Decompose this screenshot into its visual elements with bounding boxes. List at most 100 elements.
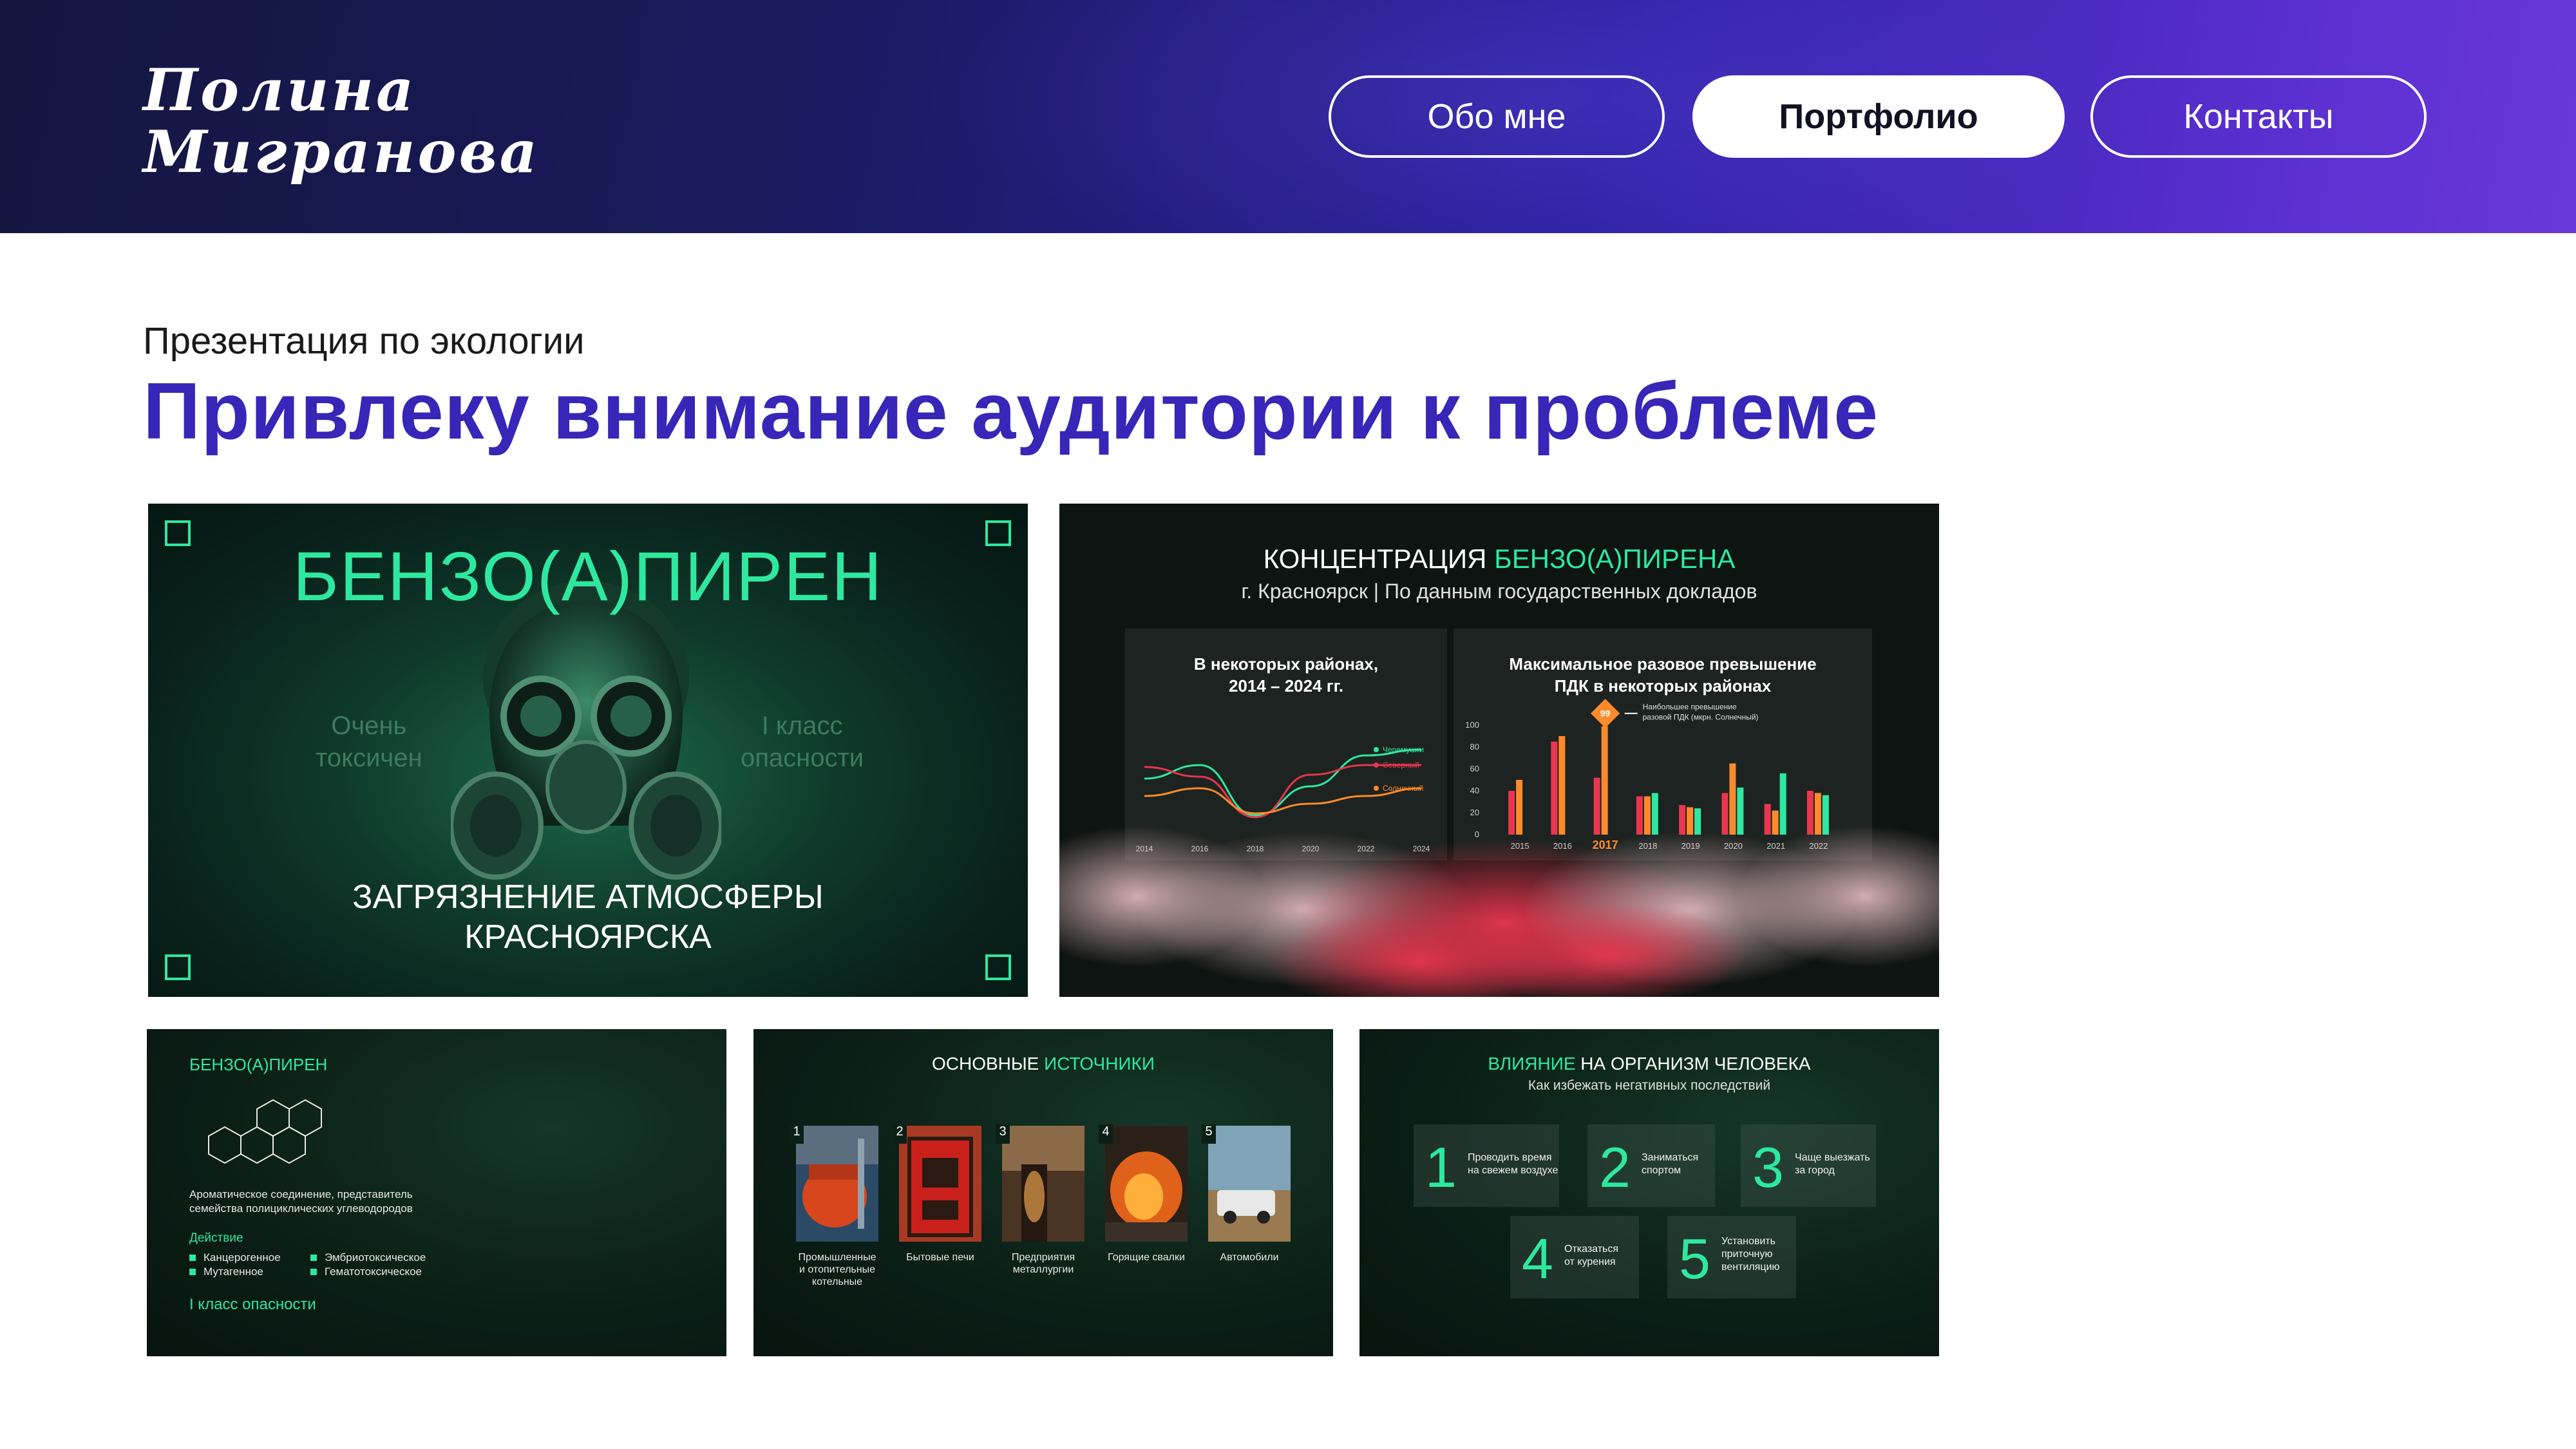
tip-number: 3 (1752, 1135, 1784, 1199)
logo[interactable]: Полина Мигранова (143, 59, 540, 183)
effect-item: Гематотоксическое (310, 1265, 426, 1279)
side-note-right: I класс опасности (741, 710, 864, 774)
slide-title: БЕНЗО(А)ПИРЕН (292, 537, 884, 615)
source-number: 1 (790, 1124, 804, 1144)
source-card: 3 Предприятия металлургии (996, 1124, 1084, 1276)
effect-item: Эмбриотоксическое (310, 1251, 426, 1265)
highlight-marker-label: 99 (1600, 708, 1611, 719)
annotation-text: разовой ПДК (мкрн. Солнечный) (1643, 713, 1759, 722)
effects-list-right: Эмбриотоксическое Гематотоксическое (310, 1251, 426, 1279)
slide-subtitle: Как избежать негативных последствий (1528, 1078, 1771, 1093)
source-label: Промышленные и отопительные котельные (798, 1252, 876, 1287)
slide-title: ОСНОВНЫЕ ИСТОЧНИКИ (753, 1054, 1333, 1074)
tip-line: Проводить время (1468, 1152, 1552, 1163)
slide-substance[interactable]: БЕНЗО(А)ПИРЕН Ароматическое соединение, … (147, 1029, 726, 1356)
y-tick-label: 100 (1465, 720, 1479, 730)
gas-mask-image (451, 581, 721, 880)
landfill-fire-image (1105, 1126, 1188, 1242)
series-line (1144, 748, 1422, 817)
side-note-line: токсичен (316, 744, 422, 772)
site-header: Полина Мигранова Обо мне Портфолио Конта… (0, 0, 2576, 233)
caption-line: КРАСНОЯРСКА (464, 918, 712, 956)
tip-line: за город (1795, 1165, 1835, 1176)
slide-subtitle: г. Красноярск | По данным государственны… (1241, 580, 1757, 603)
y-tick-label: 60 (1470, 764, 1479, 773)
series-end-point (1374, 786, 1379, 791)
source-label: Предприятия металлургии (1011, 1252, 1075, 1275)
source-label: Бытовые печи (906, 1252, 974, 1263)
side-note-line: I класс (761, 712, 843, 740)
title-accent: ВЛИЯНИЕ (1488, 1054, 1576, 1074)
side-note-left: Очень токсичен (316, 710, 422, 774)
source-card: 5 Автомобили (1202, 1124, 1291, 1264)
source-number: 5 (1202, 1124, 1216, 1144)
stove-image (899, 1126, 981, 1242)
slide-title: БЕНЗО(А)ПИРЕН (189, 1055, 328, 1074)
danger-class: I класс опасности (189, 1296, 316, 1313)
tip-text: Заниматься спортом (1642, 1151, 1698, 1177)
series-label: Северный (1383, 761, 1419, 770)
boiler-image (796, 1126, 878, 1242)
project-category: Презентация по экологии (143, 320, 585, 362)
description-line: семейства полициклических углеводородов (189, 1202, 413, 1215)
tip-line: на свежем воздухе (1468, 1165, 1558, 1176)
slide-sources[interactable]: ОСНОВНЫЕ ИСТОЧНИКИ 1 Промышленные и отоп… (753, 1029, 1333, 1356)
tip-text: Установить приточную вентиляцию (1721, 1235, 1779, 1274)
tip-number: 4 (1522, 1227, 1553, 1291)
tip-line: Установить (1721, 1236, 1776, 1247)
project-title: Привлеку внимание аудитории к проблеме (143, 367, 1879, 456)
slide-concentration[interactable]: КОНЦЕНТРАЦИЯ БЕНЗО(А)ПИРЕНА г. Красноярс… (1059, 504, 1939, 997)
tip-line: Чаще выезжать (1795, 1152, 1870, 1163)
tip-text: Отказаться от курения (1564, 1243, 1618, 1269)
nav-portfolio-button[interactable]: Портфолио (1692, 75, 2065, 158)
tip-text: Проводить время на свежем воздухе (1468, 1151, 1558, 1177)
tip-line: приточную (1721, 1249, 1773, 1260)
tip-line: Заниматься (1642, 1152, 1699, 1163)
series-label: Солнечный (1383, 784, 1423, 793)
source-number: 4 (1099, 1124, 1113, 1144)
annotation-text: Наибольшее превышение (1643, 703, 1737, 712)
tip-text: Чаще выезжать за город (1795, 1151, 1870, 1177)
series-end-point (1374, 762, 1379, 768)
source-label: Горящие свалки (1108, 1252, 1185, 1263)
slide-health-impact[interactable]: ВЛИЯНИЕ НА ОРГАНИЗМ ЧЕЛОВЕКА Как избежат… (1359, 1029, 1939, 1356)
title-accent: БЕНЗО(А)ПИРЕНА (1494, 544, 1736, 574)
effect-item: Мутагенное (189, 1265, 281, 1279)
tip-number: 2 (1599, 1135, 1631, 1199)
side-note-line: Очень (331, 712, 407, 740)
tip-line: вентиляцию (1721, 1262, 1780, 1273)
tip-card: 1 Проводить время на свежем воздухе (1414, 1124, 1559, 1207)
tip-line: спортом (1642, 1165, 1681, 1176)
source-number: 3 (996, 1124, 1010, 1144)
y-tick-label: 80 (1470, 742, 1479, 752)
tip-number: 5 (1679, 1227, 1710, 1291)
description-line: Ароматическое соединение, представитель (189, 1188, 413, 1200)
source-card: 4 Горящие свалки (1099, 1124, 1188, 1264)
substance-description: Ароматическое соединение, представитель … (189, 1188, 413, 1216)
title-main: НА ОРГАНИЗМ ЧЕЛОВЕКА (1575, 1054, 1811, 1074)
source-label: Автомобили (1220, 1252, 1279, 1263)
effects-label: Действие (189, 1231, 243, 1245)
nav-contacts-button[interactable]: Контакты (2090, 75, 2427, 158)
tip-card: 3 Чаще выезжать за город (1741, 1124, 1876, 1207)
source-card: 1 Промышленные и отопительные котельные (790, 1124, 878, 1288)
series-label: Черемушки (1383, 745, 1424, 754)
slide-title: ВЛИЯНИЕ НА ОРГАНИЗМ ЧЕЛОВЕКА (1359, 1054, 1939, 1074)
title-main: ОСНОВНЫЕ (931, 1054, 1045, 1074)
slide-cover[interactable]: БЕНЗО(А)ПИРЕН Очень токсичен I класс опа… (148, 504, 1028, 997)
slide-title: КОНЦЕНТРАЦИЯ БЕНЗО(А)ПИРЕНА (1059, 544, 1939, 574)
corner-frame-icon (165, 954, 191, 980)
corner-frame-icon (985, 954, 1011, 980)
caption-line: ЗАГРЯЗНЕНИЕ АТМОСФЕРЫ (352, 878, 824, 916)
source-number: 2 (893, 1124, 907, 1144)
nav-about-button[interactable]: Обо мне (1329, 75, 1665, 158)
smoke-image (1059, 826, 1939, 997)
logo-first-name: Полина (143, 56, 417, 124)
tip-card: 4 Отказаться от курения (1510, 1216, 1639, 1298)
effect-item: Канцерогенное (189, 1251, 281, 1265)
metallurgy-image (1002, 1126, 1084, 1242)
y-tick-label: 40 (1470, 786, 1479, 795)
side-note-line: опасности (741, 744, 864, 772)
tip-card: 2 Заниматься спортом (1587, 1124, 1715, 1207)
tip-line: Отказаться (1564, 1244, 1619, 1255)
